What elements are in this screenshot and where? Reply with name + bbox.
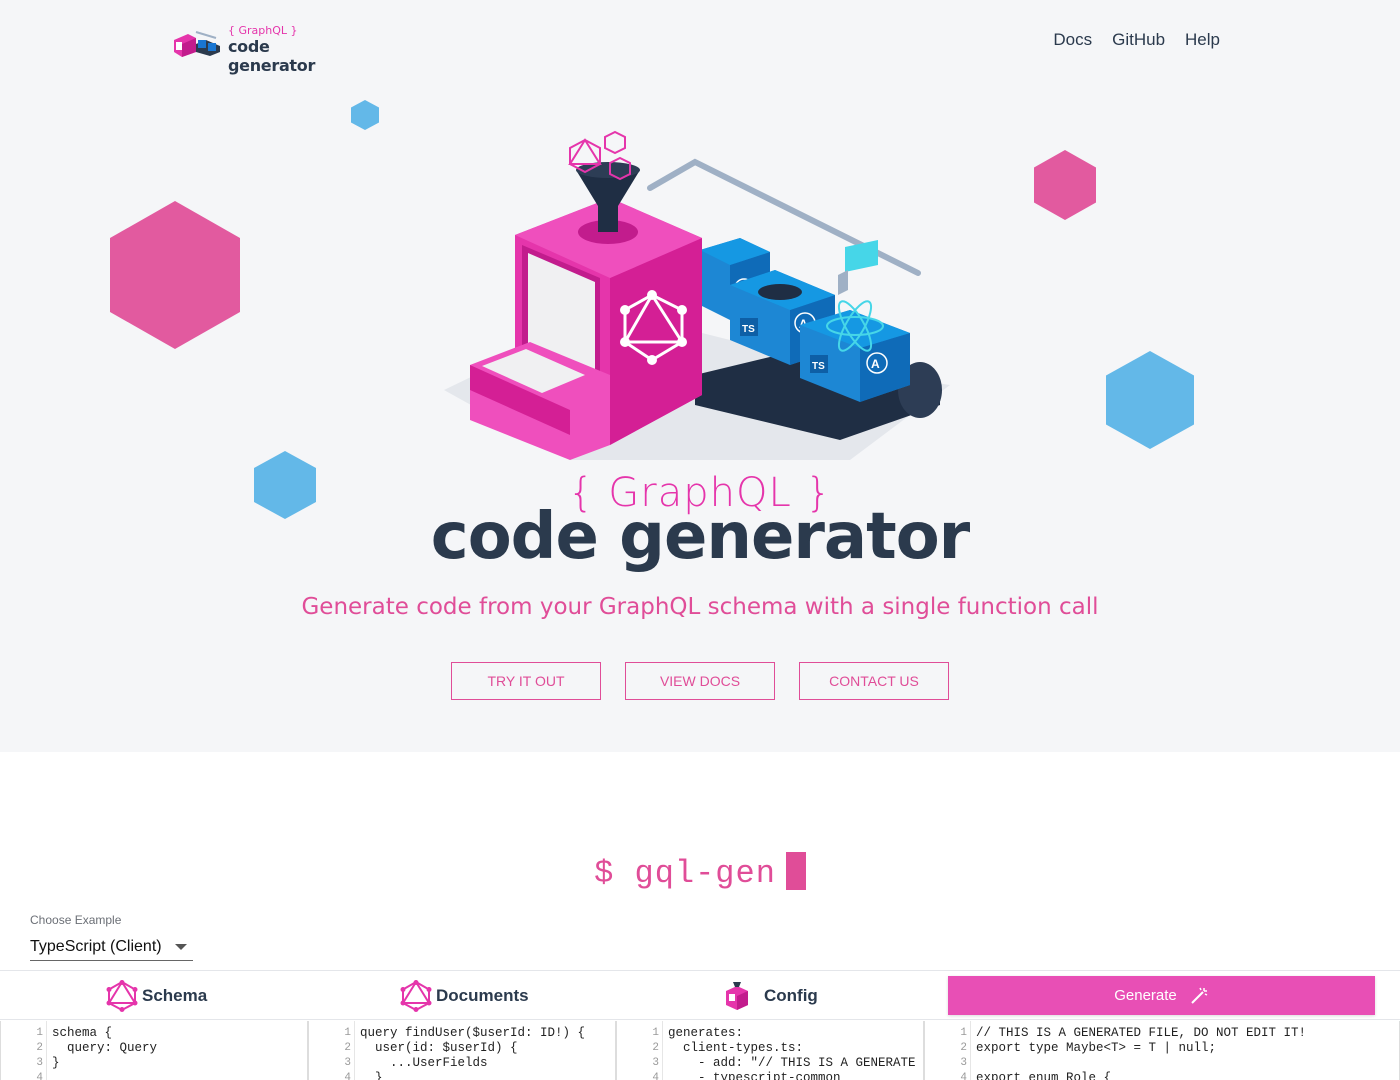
hexagon-decoration bbox=[1034, 150, 1096, 220]
config-editor[interactable]: 1 generates: 2 client-types.ts: 3 - add: … bbox=[616, 1021, 924, 1080]
magic-wand-icon bbox=[1191, 987, 1208, 1004]
code-line: } bbox=[360, 1071, 383, 1080]
code-line: schema { bbox=[52, 1026, 113, 1040]
hexagon-decoration bbox=[1106, 351, 1194, 449]
try-it-out-button[interactable]: TRY IT OUT bbox=[451, 662, 601, 700]
documents-editor[interactable]: 1 query findUser($userId: ID!) { 2 user(i… bbox=[308, 1021, 616, 1080]
nav-link-help[interactable]: Help bbox=[1185, 30, 1220, 50]
top-navigation: { GraphQL } code generator Docs GitHub H… bbox=[0, 0, 1400, 80]
code-line: client-types.ts: bbox=[668, 1041, 804, 1055]
code-line: // THIS IS A GENERATED FILE, DO NOT EDIT… bbox=[976, 1026, 1307, 1040]
example-select-dropdown[interactable]: TypeScript (Client) bbox=[30, 934, 193, 961]
logo[interactable]: { GraphQL } code generator bbox=[170, 22, 350, 75]
hero-tagline: Generate code from your GraphQL schema w… bbox=[301, 594, 1099, 620]
code-line: user(id: $userId) { bbox=[360, 1041, 518, 1055]
nav-link-github[interactable]: GitHub bbox=[1112, 30, 1165, 50]
example-select-value: TypeScript (Client) bbox=[30, 938, 162, 955]
hero-section: { GraphQL } code generator Docs GitHub H… bbox=[0, 0, 1400, 752]
example-select: Choose Example TypeScript (Client) bbox=[30, 913, 193, 961]
svg-text:TS: TS bbox=[812, 361, 825, 372]
contact-us-button[interactable]: CONTACT US bbox=[799, 662, 949, 700]
generate-button[interactable]: Generate bbox=[948, 976, 1375, 1015]
code-line: - typescript-common bbox=[668, 1071, 841, 1080]
code-line: } bbox=[52, 1056, 60, 1070]
machine-icon bbox=[726, 982, 748, 1010]
svg-text:A: A bbox=[871, 357, 880, 371]
example-select-label: Choose Example bbox=[30, 913, 122, 927]
hero-title-code-generator: code generator bbox=[430, 500, 970, 574]
code-line: export enum Role { bbox=[976, 1071, 1112, 1080]
panel-header-schema: Schema bbox=[106, 971, 207, 1021]
graphql-icon bbox=[106, 980, 138, 1012]
chevron-down-icon bbox=[175, 944, 187, 950]
schema-editor[interactable]: 1 schema { 2 query: Query 3} 4 bbox=[0, 1021, 308, 1080]
view-docs-button[interactable]: VIEW DOCS bbox=[625, 662, 775, 700]
nav-link-docs[interactable]: Docs bbox=[1053, 30, 1092, 50]
panel-header-config: Config bbox=[722, 971, 818, 1021]
nav-links: Docs GitHub Help bbox=[1053, 30, 1220, 50]
code-line: ...UserFields bbox=[360, 1056, 488, 1070]
code-line: query findUser($userId: ID!) { bbox=[360, 1026, 586, 1040]
code-line: query: Query bbox=[52, 1041, 158, 1055]
terminal-cursor bbox=[785, 852, 806, 890]
code-line: export type Maybe<T> = T | null; bbox=[976, 1041, 1217, 1055]
logo-machine-icon bbox=[174, 31, 220, 57]
terminal-prompt: $ gql-gen bbox=[0, 852, 1400, 892]
hexagon-decoration bbox=[110, 201, 240, 349]
code-generator-machine-illustration: A A TS A TS bbox=[444, 130, 950, 460]
panel-header-documents: Documents bbox=[400, 971, 529, 1021]
panel-header-documents-label: Documents bbox=[436, 986, 529, 1005]
cta-buttons: TRY IT OUT VIEW DOCS CONTACT US bbox=[451, 662, 949, 700]
panel-header-config-label: Config bbox=[764, 986, 818, 1005]
code-line: generates: bbox=[668, 1026, 744, 1040]
hexagon-decoration bbox=[351, 100, 379, 130]
graphql-icon bbox=[400, 980, 432, 1012]
logo-text-code-generator: code generator bbox=[228, 37, 316, 75]
generate-button-label: Generate bbox=[1114, 987, 1177, 1004]
panel-header-schema-label: Schema bbox=[142, 986, 208, 1005]
output-editor[interactable]: 1// THIS IS A GENERATED FILE, DO NOT EDI… bbox=[924, 1021, 1400, 1080]
terminal-prompt-text: $ gql-gen bbox=[594, 855, 776, 892]
code-line: - add: "// THIS IS A GENERATE bbox=[668, 1056, 916, 1070]
logo-text-graphql: { GraphQL } bbox=[228, 24, 298, 37]
svg-text:TS: TS bbox=[742, 324, 755, 335]
